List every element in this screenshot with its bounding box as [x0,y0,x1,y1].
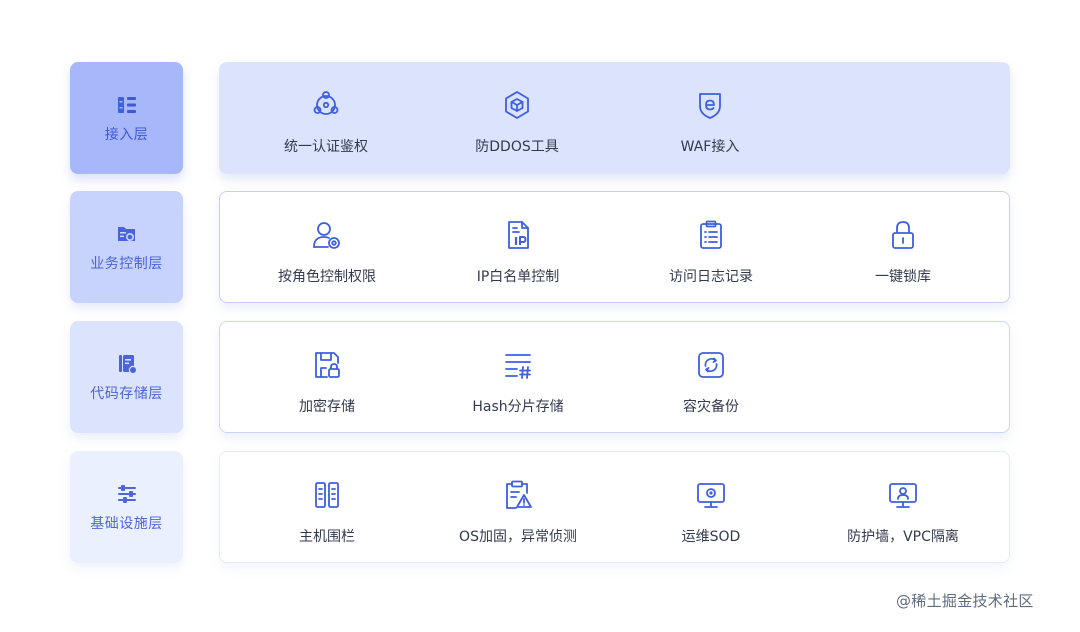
feature-label: IP白名单控制 [476,269,560,285]
feature-label: WAF接入 [680,139,740,155]
floppy-lock-icon [310,348,344,382]
feature-encrypted-storage: 加密存储 [237,322,417,434]
network-nodes-icon [309,88,343,122]
layer-label-text: 基础设施层 [90,516,163,532]
feature-hash-shard-storage: Hash分片存储 [428,322,608,434]
layer-row-code-storage: 代码存储层 加密存储 Hash分片存储 容灾备份 [0,321,1080,433]
feature-host-fence: 主机围栏 [237,452,417,564]
refresh-box-icon [694,348,728,382]
document-ip-icon [501,218,535,252]
feature-label: 运维SOD [681,529,741,545]
layer-row-business-control: 业务控制层 按角色控制权限 IP白名单控制 访问日志记录 一键锁库 [0,191,1080,303]
layer-label-infrastructure: 基础设施层 [70,451,183,563]
watermark-text: @稀土掘金技术社区 [896,592,1034,610]
feature-disaster-backup: 容灾备份 [621,322,801,434]
book-storage-icon [114,351,140,377]
monitor-gear-icon [694,478,728,512]
folder-gear-icon [114,221,140,247]
layer-label-text: 业务控制层 [90,256,163,272]
feature-one-click-lock: 一键锁库 [813,192,993,304]
feature-label: 主机围栏 [299,529,355,545]
feature-label: 防DDOS工具 [475,139,559,155]
shield-e-icon [693,88,727,122]
layer-label-text: 接入层 [104,127,149,143]
layer-label-business-control: 业务控制层 [70,191,183,303]
feature-anti-ddos: 防DDOS工具 [427,62,607,174]
document-warning-icon [501,478,535,512]
feature-waf: WAF接入 [620,62,800,174]
feature-label: 按角色控制权限 [278,269,376,285]
feature-label: 防护墙，VPC隔离 [847,529,959,545]
feature-ops-sod: 运维SOD [621,452,801,564]
feature-label: OS加固，异常侦测 [459,529,577,545]
layer-label-code-storage: 代码存储层 [70,321,183,433]
feature-label: 访问日志记录 [669,269,753,285]
layer-row-infrastructure: 基础设施层 主机围栏 OS加固，异常侦测 运维SOD 防护墙，VPC隔离 [0,451,1080,563]
feature-label: 统一认证鉴权 [284,139,368,155]
feature-role-permission: 按角色控制权限 [237,192,417,304]
feature-ip-whitelist: IP白名单控制 [428,192,608,304]
layer-label-text: 代码存储层 [90,386,163,402]
lines-hash-icon [501,348,535,382]
feature-unified-auth: 统一认证鉴权 [236,62,416,174]
hexagon-cube-icon [500,88,534,122]
monitor-person-icon [886,478,920,512]
layer-panel-code-storage: 加密存储 Hash分片存储 容灾备份 [219,321,1010,433]
feature-label: Hash分片存储 [472,399,564,415]
feature-label: 一键锁库 [875,269,931,285]
list-blocks-icon [114,92,140,118]
layer-panel-access: 统一认证鉴权 防DDOS工具 WAF接入 [219,62,1010,174]
user-gear-icon [310,218,344,252]
feature-firewall-vpc: 防护墙，VPC隔离 [813,452,993,564]
server-racks-icon [310,478,344,512]
feature-label: 加密存储 [299,399,355,415]
lock-icon [886,218,920,252]
feature-label: 容灾备份 [683,399,739,415]
layer-panel-infrastructure: 主机围栏 OS加固，异常侦测 运维SOD 防护墙，VPC隔离 [219,451,1010,563]
layer-panel-business-control: 按角色控制权限 IP白名单控制 访问日志记录 一键锁库 [219,191,1010,303]
feature-os-hardening: OS加固，异常侦测 [428,452,608,564]
sliders-icon [114,481,140,507]
clipboard-list-icon [694,218,728,252]
feature-access-log: 访问日志记录 [621,192,801,304]
layer-row-access: 接入层 统一认证鉴权 防DDOS工具 WAF接入 [0,62,1080,174]
layer-label-access: 接入层 [70,62,183,174]
